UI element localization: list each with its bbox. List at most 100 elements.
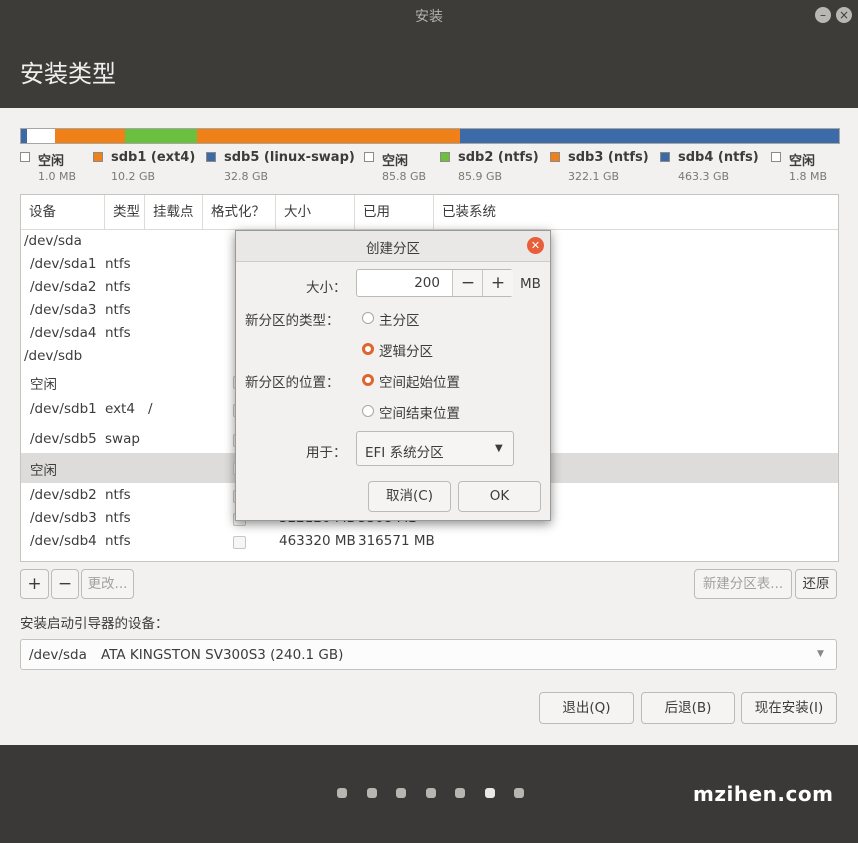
partition-bar-segment	[125, 129, 197, 143]
minimize-button[interactable]: –	[815, 7, 831, 23]
legend-swatch	[93, 152, 103, 162]
cell-type: ntfs	[105, 302, 131, 318]
progress-dot	[337, 788, 347, 798]
window-title: 安装	[415, 9, 443, 25]
cell-type: ext4	[105, 401, 135, 417]
chevron-down-icon: ▼	[495, 443, 503, 454]
size-unit: MB	[520, 276, 541, 292]
partition-bar-segment	[55, 129, 125, 143]
cell-type: ntfs	[105, 256, 131, 272]
cell-used: 316571 MB	[358, 533, 435, 549]
increase-size-button[interactable]: +	[482, 270, 513, 296]
size-value[interactable]: 200	[414, 275, 440, 291]
location-begin-radio[interactable]	[362, 374, 374, 386]
location-end-label[interactable]: 空间结束位置	[379, 402, 460, 422]
format-checkbox[interactable]	[233, 536, 246, 549]
cell-device: /dev/sda2	[30, 279, 97, 295]
cell-device: /dev/sdb3	[30, 510, 97, 526]
legend-size: 32.8 GB	[224, 170, 269, 183]
column-header-format[interactable]: 格式化？	[203, 195, 276, 229]
close-window-button[interactable]: ×	[836, 7, 852, 23]
primary-partition-radio[interactable]	[362, 312, 374, 324]
cell-device: /dev/sdb1	[30, 401, 97, 417]
legend-swatch	[440, 152, 450, 162]
use-as-value: EFI 系统分区	[365, 445, 444, 461]
primary-partition-label[interactable]: 主分区	[379, 309, 420, 329]
cell-type: ntfs	[105, 510, 131, 526]
progress-dot	[455, 788, 465, 798]
type-label: 新分区的类型：	[245, 313, 340, 329]
partition-bar-segment	[197, 129, 460, 143]
cell-device: 空闲	[30, 377, 57, 393]
column-header-size[interactable]: 大小	[276, 195, 355, 229]
window-titlebar: 安装 – ×	[0, 0, 858, 32]
dialog-titlebar: 创建分区 ✕	[236, 231, 550, 262]
size-stepper[interactable]: 200 − +	[356, 269, 513, 297]
legend-name: sdb5 (linux-swap)	[224, 150, 355, 165]
add-partition-button[interactable]: +	[20, 569, 49, 599]
bootloader-label: 安装启动引导器的设备：	[20, 616, 169, 632]
page-header: 安装类型	[0, 32, 858, 108]
column-header-used[interactable]: 已用	[355, 195, 434, 229]
cell-type: ntfs	[105, 533, 131, 549]
legend-name: 空闲	[38, 154, 65, 169]
legend-size: 1.8 MB	[789, 170, 828, 183]
decrease-size-button[interactable]: −	[452, 270, 483, 296]
cell-device: /dev/sda1	[30, 256, 97, 272]
legend-name: 空闲	[789, 154, 816, 169]
location-begin-label[interactable]: 空间起始位置	[379, 371, 460, 391]
column-header-type[interactable]: 类型	[105, 195, 145, 229]
bootloader-device: /dev/sda	[29, 647, 87, 663]
cell-mount: /	[148, 401, 153, 417]
logical-partition-radio[interactable]	[362, 343, 374, 355]
install-now-button[interactable]: 现在安装(I)	[741, 692, 837, 724]
legend-name: sdb1 (ext4)	[111, 150, 196, 165]
close-icon[interactable]: ✕	[527, 237, 544, 254]
cell-device: /dev/sda3	[30, 302, 97, 318]
legend-size: 85.9 GB	[458, 170, 503, 183]
remove-partition-button[interactable]: −	[51, 569, 79, 599]
column-header-system[interactable]: 已装系统	[434, 195, 838, 229]
progress-dot	[366, 788, 377, 798]
cell-type: ntfs	[105, 325, 131, 341]
progress-dot	[484, 788, 495, 798]
location-end-radio[interactable]	[362, 405, 374, 417]
column-header-device[interactable]: 设备	[21, 195, 105, 229]
back-button[interactable]: 后退(B)	[641, 692, 735, 724]
column-header-mount[interactable]: 挂载点	[145, 195, 203, 229]
legend-swatch	[771, 152, 781, 162]
logical-partition-label[interactable]: 逻辑分区	[379, 340, 433, 360]
partition-bar-segment	[27, 129, 55, 143]
bootloader-description: ATA KINGSTON SV300S3 (240.1 GB)	[101, 647, 344, 663]
location-label: 新分区的位置：	[245, 375, 340, 391]
cell-device: /dev/sdb	[24, 348, 83, 364]
revert-button[interactable]: 还原	[795, 569, 837, 599]
legend-name: 空闲	[382, 154, 409, 169]
cell-type: swap	[105, 431, 140, 447]
ok-button[interactable]: OK	[458, 481, 541, 512]
bootloader-device-select[interactable]: /dev/sda ATA KINGSTON SV300S3 (240.1 GB)…	[20, 639, 837, 670]
cell-size: 463320 MB	[279, 533, 356, 549]
chevron-down-icon: ▼	[817, 649, 824, 659]
dialog-title: 创建分区	[366, 241, 420, 257]
cell-device: /dev/sdb4	[30, 533, 97, 549]
legend-size: 463.3 GB	[678, 170, 730, 183]
partition-bar-segment	[460, 129, 839, 143]
new-partition-table-button[interactable]: 新建分区表...	[694, 569, 792, 599]
change-partition-button[interactable]: 更改...	[81, 569, 134, 599]
quit-button[interactable]: 退出(Q)	[539, 692, 634, 724]
legend-size: 85.8 GB	[382, 170, 427, 183]
cell-type: ntfs	[105, 487, 131, 503]
table-row[interactable]: /dev/sdb4 ntfs 463320 MB 316571 MB	[21, 531, 838, 553]
legend-swatch	[364, 152, 374, 162]
use-as-select[interactable]: EFI 系统分区 ▼	[356, 431, 514, 466]
legend-name: sdb4 (ntfs)	[678, 150, 759, 165]
legend-name: sdb3 (ntfs)	[568, 150, 649, 165]
page-title: 安装类型	[20, 60, 116, 88]
cell-device: 空闲	[30, 463, 57, 479]
cancel-button[interactable]: 取消(C)	[368, 481, 451, 512]
legend-swatch	[206, 152, 216, 162]
cell-device: /dev/sda4	[30, 325, 97, 341]
cell-device: /dev/sda	[24, 233, 82, 249]
watermark-text: mzihen.com	[693, 782, 834, 806]
